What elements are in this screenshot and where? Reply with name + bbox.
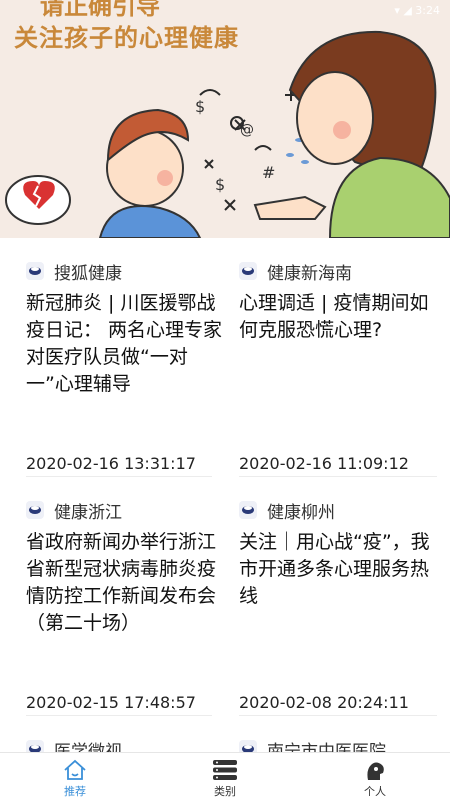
svg-text:$: $ bbox=[195, 97, 205, 116]
hero-banner[interactable]: $ $ # @ 请正确引导 关注孩子的心理健康 ▾ ◢ 3:24 bbox=[0, 0, 450, 238]
source-logo-icon bbox=[26, 262, 44, 280]
article-card[interactable]: 健康柳州 关注｜用心战“疫”，我市开通多条心理服务热线 bbox=[239, 499, 439, 610]
article-time: 2020-02-08 20:24:11 bbox=[239, 693, 409, 712]
article-title[interactable]: 新冠肺炎 | 川医援鄂战疫日记： 两名心理专家对医疗队员做“一对一”心理辅导 bbox=[26, 290, 226, 398]
article-title[interactable]: 关注｜用心战“疫”，我市开通多条心理服务热线 bbox=[239, 529, 439, 610]
article-source: 健康柳州 bbox=[239, 499, 439, 523]
source-logo-icon bbox=[239, 262, 257, 280]
article-source: 搜狐健康 bbox=[26, 260, 226, 284]
home-icon bbox=[63, 759, 87, 785]
status-bar: ▾ ◢ 3:24 bbox=[394, 4, 440, 17]
article-title[interactable]: 心理调适 | 疫情期间如何克服恐慌心理? bbox=[239, 290, 439, 344]
svg-text:@: @ bbox=[240, 122, 254, 138]
source-logo-icon bbox=[239, 740, 257, 752]
article-card[interactable]: 医学微视 bbox=[26, 738, 226, 752]
article-grid: 搜狐健康 新冠肺炎 | 川医援鄂战疫日记： 两名心理专家对医疗队员做“一对一”心… bbox=[0, 238, 450, 752]
article-source: 南宁市中医医院 bbox=[239, 738, 439, 752]
divider bbox=[239, 715, 437, 716]
nav-recommend[interactable]: 推荐 bbox=[0, 753, 150, 801]
article-card[interactable]: 健康浙江 省政府新闻办举行浙江省新型冠状病毒肺炎疫情防控工作新闻发布会（第二十场… bbox=[26, 499, 226, 637]
article-source: 健康浙江 bbox=[26, 499, 226, 523]
source-name: 健康浙江 bbox=[54, 502, 122, 523]
source-name: 搜狐健康 bbox=[54, 263, 122, 284]
nav-label: 推荐 bbox=[64, 785, 86, 798]
article-time: 2020-02-16 11:09:12 bbox=[239, 454, 409, 473]
svg-text:#: # bbox=[262, 163, 275, 182]
article-title[interactable]: 省政府新闻办举行浙江省新型冠状病毒肺炎疫情防控工作新闻发布会（第二十场） bbox=[26, 529, 226, 637]
divider bbox=[26, 715, 212, 716]
source-name: 健康柳州 bbox=[267, 502, 335, 523]
article-card[interactable]: 搜狐健康 新冠肺炎 | 川医援鄂战疫日记： 两名心理专家对医疗队员做“一对一”心… bbox=[26, 260, 226, 398]
source-logo-icon bbox=[239, 501, 257, 519]
article-source: 医学微视 bbox=[26, 738, 226, 752]
hero-title: 关注孩子的心理健康 bbox=[14, 23, 239, 52]
nav-label: 个人 bbox=[364, 785, 386, 798]
article-time: 2020-02-15 17:48:57 bbox=[26, 693, 196, 712]
nav-label: 类别 bbox=[214, 785, 236, 798]
divider bbox=[239, 476, 437, 477]
category-icon bbox=[212, 759, 238, 785]
source-name: 健康新海南 bbox=[267, 263, 352, 284]
article-card[interactable]: 南宁市中医医院 bbox=[239, 738, 439, 752]
source-logo-icon bbox=[26, 501, 44, 519]
bottom-nav: 推荐 类别 个人 bbox=[0, 752, 450, 801]
svg-text:$: $ bbox=[215, 175, 225, 194]
article-source: 健康新海南 bbox=[239, 260, 439, 284]
article-card[interactable]: 健康新海南 心理调适 | 疫情期间如何克服恐慌心理? bbox=[239, 260, 439, 344]
divider bbox=[26, 476, 212, 477]
article-time: 2020-02-16 13:31:17 bbox=[26, 454, 196, 473]
source-name: 南宁市中医医院 bbox=[267, 741, 386, 753]
source-name: 医学微视 bbox=[54, 741, 122, 753]
nav-personal[interactable]: 个人 bbox=[300, 753, 450, 801]
source-logo-icon bbox=[26, 740, 44, 752]
person-icon bbox=[364, 759, 386, 785]
nav-category[interactable]: 类别 bbox=[150, 753, 300, 801]
